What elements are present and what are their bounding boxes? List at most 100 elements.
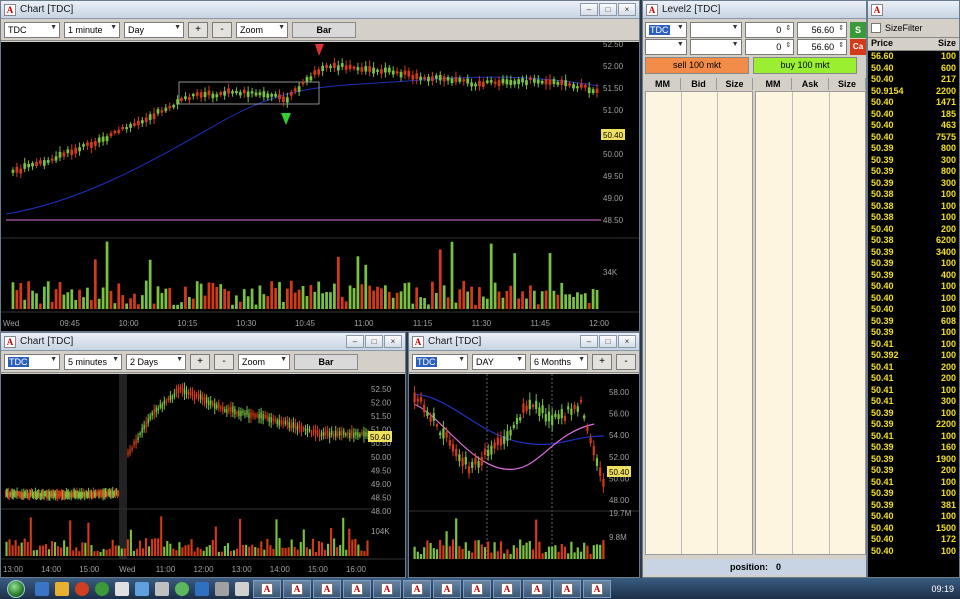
network-icon[interactable] (135, 581, 149, 596)
price-stepper-2[interactable]: 56.60 ⇕ (797, 39, 848, 55)
taskbar-app-a[interactable]: A (553, 579, 581, 598)
price-stepper[interactable]: 56.60 ⇕ (797, 22, 848, 38)
candle-body (219, 92, 223, 95)
zoom-out-button[interactable]: - (214, 353, 234, 370)
app-icon[interactable] (235, 581, 249, 596)
volume-bar (251, 544, 254, 556)
time-sales-row: 50.39 2200 (868, 419, 959, 431)
interval-select[interactable]: 1 minute ▼ (64, 21, 120, 38)
zoom-in-button[interactable]: + (188, 21, 208, 38)
candle-body (15, 166, 19, 173)
main-chart-titlebar[interactable]: A Chart [TDC] – □ × (1, 1, 639, 19)
candle-body (148, 114, 152, 120)
bar-type-button[interactable]: Bar (294, 353, 358, 370)
symbol-select[interactable]: TDC ▼ (4, 353, 60, 370)
taskbar-app-a[interactable]: A (283, 579, 311, 598)
time-sales-header: Price Size (868, 37, 959, 51)
send-order-button[interactable]: S (850, 22, 866, 38)
volume-bar (360, 284, 364, 309)
maximize-button[interactable]: □ (365, 335, 383, 348)
minimize-button[interactable]: – (580, 335, 598, 348)
taskbar-app-a[interactable]: A (583, 579, 611, 598)
volume-bar (148, 546, 151, 556)
desktop-icon[interactable] (35, 581, 49, 596)
zoom-in-button[interactable]: + (592, 353, 612, 370)
app-icon[interactable] (215, 581, 229, 596)
trade-price: 50.40 (871, 74, 894, 84)
range-select[interactable]: 2 Days ▼ (126, 353, 186, 370)
main-price-chart[interactable]: 52.5052.0051.5051.0050.5050.0049.5049.00… (1, 40, 639, 331)
taskbar-app-a[interactable]: A (343, 579, 371, 598)
taskbar-app-a[interactable]: A (523, 579, 551, 598)
symbol-select[interactable]: TDC ▼ (412, 353, 468, 370)
volume-bar (587, 302, 591, 309)
candle-body (191, 391, 194, 397)
side-select[interactable]: ▼ (645, 39, 687, 55)
app-icon[interactable] (195, 581, 209, 596)
bl-chart-titlebar[interactable]: A Chart [TDC] – □ × (1, 333, 405, 351)
volume-bar (330, 528, 333, 556)
close-button[interactable]: × (618, 335, 636, 348)
minimize-button[interactable]: – (580, 3, 598, 16)
app-icon: A (501, 582, 513, 595)
ask-table[interactable] (755, 91, 866, 555)
main-chart-canvas[interactable]: 52.5052.0051.5051.0050.5050.0049.5049.00… (1, 40, 639, 331)
taskbar-app-a[interactable]: A (313, 579, 341, 598)
close-button[interactable]: × (384, 335, 402, 348)
maximize-button[interactable]: □ (599, 3, 617, 16)
time-tick-label: Wed (3, 319, 19, 328)
taskbar-app-a[interactable]: A (373, 579, 401, 598)
folder-icon[interactable] (155, 581, 169, 596)
type-select[interactable]: ▼ (689, 39, 742, 55)
symbol-select[interactable]: TDC ▼ (4, 21, 60, 38)
cancel-order-button[interactable]: Ca (850, 39, 866, 55)
maximize-button[interactable]: □ (599, 335, 617, 348)
interval-select[interactable]: DAY ▼ (472, 353, 526, 370)
zoom-select[interactable]: Zoom ▼ (238, 353, 290, 370)
quantity-stepper[interactable]: 0 ⇕ (744, 22, 795, 38)
browser-icon[interactable] (75, 581, 89, 596)
volume-bar (505, 291, 509, 309)
folder-icon[interactable] (55, 581, 69, 596)
zoom-select[interactable]: Zoom ▼ (236, 21, 288, 38)
chrome-icon[interactable] (95, 581, 109, 596)
taskbar-app-a[interactable]: A (493, 579, 521, 598)
minimize-button[interactable]: – (346, 335, 364, 348)
level2-titlebar[interactable]: A Level2 [TDC] (643, 1, 866, 19)
volume-bar (72, 550, 75, 556)
range-select[interactable]: Day ▼ (124, 21, 184, 38)
volume-bar (576, 547, 579, 559)
bm-chart-titlebar[interactable]: A Chart [TDC] – □ × (409, 333, 639, 351)
range-select[interactable]: 6 Months ▼ (530, 353, 588, 370)
sell-market-button[interactable]: sell 100 mkt (645, 57, 749, 74)
taskbar-app-a[interactable]: A (433, 579, 461, 598)
bar-type-button[interactable]: Bar (292, 21, 356, 38)
volume-bar (27, 281, 31, 309)
zoom-out-button[interactable]: - (616, 353, 636, 370)
tray-clock[interactable]: 09:19 (931, 584, 960, 594)
intraday-price-chart[interactable]: 52.5052.0051.5051.0050.5050.0049.5049.00… (1, 374, 405, 577)
trade-size: 200 (940, 361, 956, 372)
interval-select[interactable]: 5 minutes ▼ (64, 353, 122, 370)
messenger-icon[interactable] (175, 581, 189, 596)
bl-chart-canvas[interactable]: 52.50 52.00 51.50 51.00 50.50 50.00 49.50 49.00… (1, 374, 405, 577)
time-sales-list[interactable]: 56.60 100 50.40 600 50.40 217 50.9154 2200 50.40… (868, 51, 959, 557)
size-filter-checkbox[interactable] (871, 23, 881, 33)
taskbar-app-a[interactable]: A (463, 579, 491, 598)
route-select[interactable]: ▼ (689, 22, 742, 38)
quantity-stepper-2[interactable]: 0 ⇕ (744, 39, 795, 55)
daily-price-chart[interactable]: 58.0056.0054.0052.0050.0048.0050.4019.7M… (409, 374, 639, 577)
bm-chart-canvas[interactable]: 58.00 56.00 54.00 52.00 50.00 48.00 50.40 19.7M… (409, 374, 639, 577)
start-button[interactable] (0, 578, 32, 599)
zoom-out-button[interactable]: - (212, 21, 232, 38)
bid-table[interactable] (645, 91, 753, 555)
taskbar-app-a[interactable]: A (403, 579, 431, 598)
symbol-select[interactable]: TDC ▼ (645, 22, 687, 38)
zoom-in-button[interactable]: + (190, 353, 210, 370)
trade-price: 50.39 (871, 407, 894, 418)
taskbar-app-a[interactable]: A (253, 579, 281, 598)
time-sales-titlebar[interactable]: A (868, 1, 959, 19)
buy-market-button[interactable]: buy 100 mkt (753, 57, 857, 74)
settings-icon[interactable] (115, 581, 129, 596)
close-button[interactable]: × (618, 3, 636, 16)
